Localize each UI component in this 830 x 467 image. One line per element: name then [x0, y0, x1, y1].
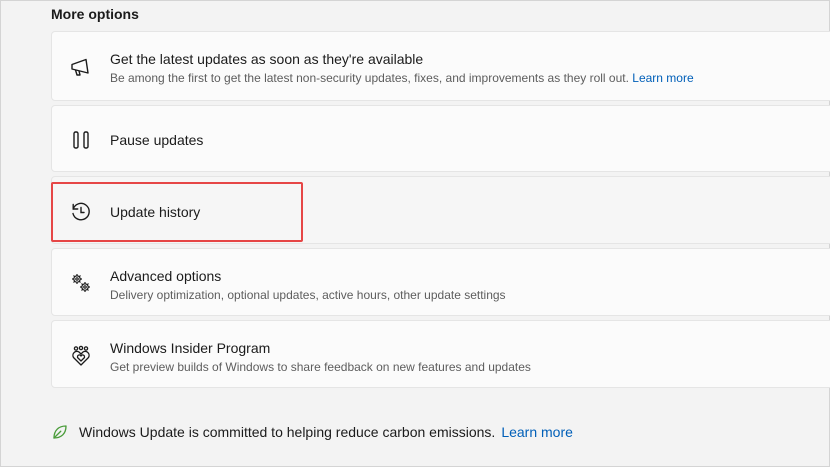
card-pause-updates[interactable]: Pause updates	[51, 105, 830, 172]
card-description: Be among the first to get the latest non…	[110, 71, 694, 85]
card-description: Get preview builds of Windows to share f…	[110, 360, 531, 374]
card-update-history[interactable]: Update history	[51, 176, 830, 244]
leaf-icon	[51, 423, 69, 441]
card-title: Update history	[110, 204, 201, 220]
card-get-latest-updates[interactable]: Get the latest updates as soon as they'r…	[51, 31, 830, 101]
insider-hearts-icon	[69, 344, 93, 368]
section-title: More options	[51, 6, 139, 22]
pause-icon	[69, 128, 93, 152]
card-title: Pause updates	[110, 132, 204, 148]
card-description: Delivery optimization, optional updates,…	[110, 288, 506, 302]
settings-window: More options Get the latest updates as s…	[0, 0, 830, 467]
carbon-footer: Windows Update is committed to helping r…	[51, 424, 573, 442]
card-title: Windows Insider Program	[110, 340, 271, 356]
card-windows-insider-program[interactable]: Windows Insider Program Get preview buil…	[51, 320, 830, 388]
history-icon	[69, 200, 93, 224]
learn-more-link[interactable]: Learn more	[632, 71, 693, 85]
card-advanced-options[interactable]: Advanced options Delivery optimization, …	[51, 248, 830, 316]
card-title: Advanced options	[110, 268, 222, 284]
megaphone-icon	[69, 55, 93, 79]
card-title: Get the latest updates as soon as they'r…	[110, 51, 424, 67]
gears-icon	[69, 271, 93, 295]
footer-learn-more-link[interactable]: Learn more	[501, 424, 573, 440]
footer-text: Windows Update is committed to helping r…	[79, 424, 496, 440]
